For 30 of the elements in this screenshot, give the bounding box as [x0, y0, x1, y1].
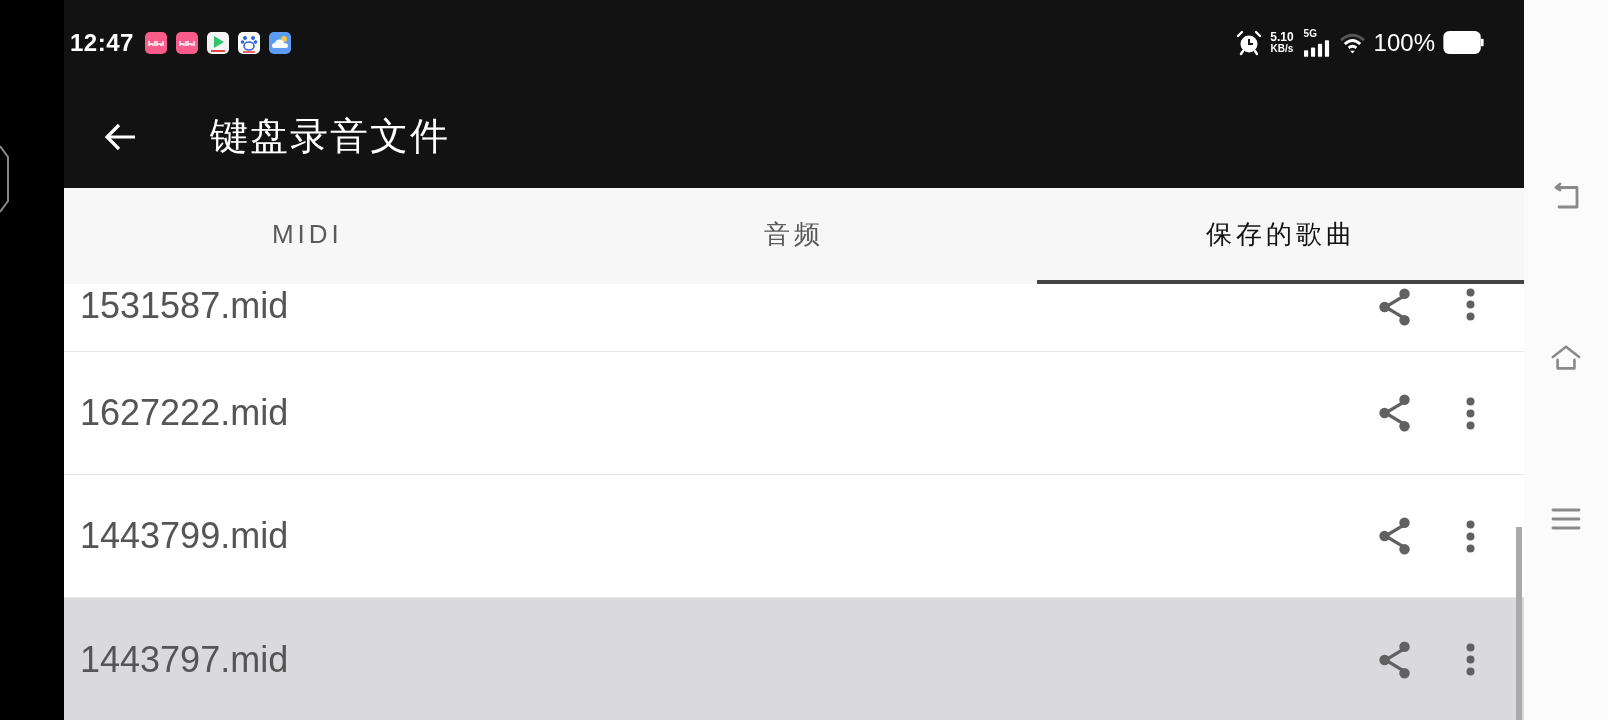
edge-handle-icon	[0, 145, 10, 213]
clock-time: 12:47	[70, 28, 134, 57]
file-name: 1627222.mid	[80, 393, 290, 433]
more-options-icon[interactable]	[1466, 643, 1475, 676]
tab[interactable]: 音频	[550, 188, 1038, 284]
back-arrow-icon[interactable]	[104, 122, 136, 151]
network-speed: 5.10	[1270, 30, 1294, 43]
battery-percentage: 100%	[1373, 28, 1435, 57]
file-name: 1443799.mid	[80, 516, 290, 556]
signal-bars-icon	[1303, 40, 1330, 57]
app-tile-icon	[144, 31, 167, 54]
file-name: 1443797.mid	[80, 639, 290, 680]
scrollbar-thumb[interactable]	[1516, 527, 1522, 720]
file-row[interactable]: 1443797.mid	[64, 598, 1524, 720]
more-options-icon[interactable]	[1466, 288, 1475, 321]
home-icon[interactable]	[1551, 343, 1581, 373]
network-type-label: 5G	[1303, 28, 1317, 39]
wifi-icon	[1338, 31, 1366, 54]
file-name: 1531587.mid	[80, 286, 290, 326]
cloud-tile-icon	[268, 31, 291, 54]
tab[interactable]: MIDI	[64, 188, 551, 284]
speed-unit: KB/s	[1270, 42, 1294, 55]
page-title: 键盘录音文件	[210, 114, 450, 159]
app-tile-icon	[175, 31, 198, 54]
battery-icon	[1443, 31, 1484, 54]
play-tile-icon	[206, 31, 229, 54]
more-options-icon[interactable]	[1466, 396, 1475, 430]
more-options-icon[interactable]	[1466, 519, 1475, 553]
paw-tile-icon	[237, 31, 260, 54]
alarm-clock-icon	[1236, 29, 1263, 56]
